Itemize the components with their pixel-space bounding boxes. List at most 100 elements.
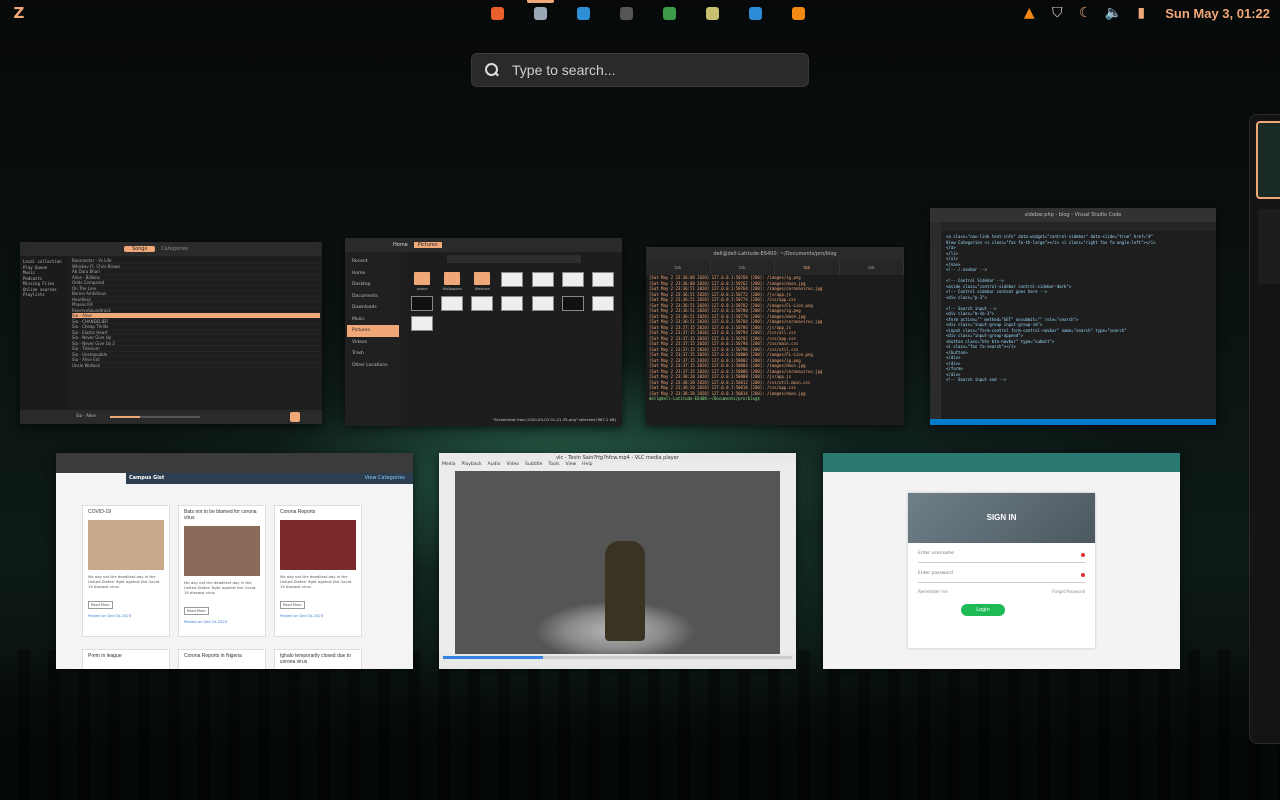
battery-icon[interactable]: ▮ <box>1127 5 1155 21</box>
workspace-next[interactable] <box>1258 209 1280 284</box>
screenshot-file[interactable] <box>499 272 525 291</box>
terminal-prompt[interactable]: dell@dell-Latitude-E6400:~/Documents/pro… <box>649 396 898 402</box>
username-field[interactable]: Enter username <box>918 551 1085 563</box>
terminal-tab[interactable]: tab <box>646 261 711 275</box>
volume-icon[interactable]: 🔈 <box>1099 5 1127 21</box>
screenshot-file[interactable] <box>409 296 435 311</box>
terminal-title: dell@dell-Latitude-E6400: ~/Documents/pr… <box>713 251 837 257</box>
search-input[interactable] <box>512 62 782 78</box>
card-image <box>280 520 356 570</box>
dock-vscode[interactable] <box>734 0 777 26</box>
folder-item[interactable]: Webcam <box>469 272 495 291</box>
vlc-seek-bar[interactable] <box>443 656 792 659</box>
card-title[interactable]: Prem in league <box>83 650 169 662</box>
files-sidebar-item[interactable]: Music <box>347 314 399 326</box>
files-grid: phone Wallpapers Webcam <box>409 272 616 331</box>
music-sidebar-item[interactable]: Playlists <box>23 292 65 298</box>
files-search-input[interactable] <box>447 255 581 263</box>
window-vlc[interactable]: vlc - Tevin Sain?Hg?hfcw.mp4 - VLC media… <box>439 453 796 669</box>
terminal-tab[interactable]: tab <box>840 261 904 275</box>
password-field[interactable]: Enter password <box>918 571 1085 583</box>
vlc-menu-item[interactable]: Subtitle <box>525 462 542 471</box>
folder-item[interactable]: phone <box>409 272 435 291</box>
track-row[interactable]: Uncle Wallace <box>72 363 320 368</box>
overview-search-box[interactable] <box>471 53 809 87</box>
terminal-tab[interactable]: tab <box>775 261 840 275</box>
window-music-player[interactable]: Songs Categories Local collection Play Qu… <box>20 242 322 424</box>
image-thumbnail <box>591 272 614 287</box>
seek-bar[interactable] <box>110 416 200 418</box>
terminal-tab[interactable]: tab <box>711 261 775 275</box>
dock-chrome[interactable] <box>648 0 691 26</box>
vlc-menu-item[interactable]: Help <box>582 462 592 471</box>
vlc-menu-item[interactable]: Media <box>442 462 456 471</box>
dock-vlc[interactable] <box>777 0 820 26</box>
dock-firefox[interactable] <box>476 0 519 26</box>
vlc-menu-item[interactable]: Tools <box>548 462 559 471</box>
dock-rhythmbox[interactable] <box>691 0 734 26</box>
path-home[interactable]: Home <box>393 242 408 248</box>
read-more-button[interactable]: Read More <box>184 607 209 615</box>
card-title[interactable]: Corona Reports <box>275 506 361 518</box>
files-sidebar-item[interactable]: Videos <box>347 337 399 349</box>
vlc-menu-item[interactable]: Video <box>506 462 519 471</box>
forgot-password-link[interactable]: Forgot Password <box>1052 589 1085 594</box>
vlc-menu-item[interactable]: Audio <box>488 462 501 471</box>
files-sidebar-item[interactable]: Downloads <box>347 302 399 314</box>
folder-item[interactable]: Wallpapers <box>439 272 465 291</box>
path-pictures[interactable]: Pictures <box>413 242 442 248</box>
screenshot-file[interactable] <box>590 272 616 291</box>
screenshot-file[interactable] <box>530 296 556 311</box>
workspace-current[interactable] <box>1256 121 1280 199</box>
view-categories-link[interactable]: View Categories <box>365 473 405 484</box>
queue-icon[interactable] <box>290 412 300 422</box>
window-browser-signin[interactable]: SIGN IN Enter username Enter password Re… <box>823 453 1180 669</box>
screenshot-file[interactable] <box>469 296 495 311</box>
window-terminal[interactable]: dell@dell-Latitude-E6400: ~/Documents/pr… <box>646 247 904 425</box>
window-browser-blog[interactable]: Campus Gist View Categories COVID-19 Mo d… <box>56 453 413 669</box>
files-sidebar-item[interactable]: Documents <box>347 291 399 303</box>
remember-me-checkbox[interactable]: Remember me <box>918 589 948 594</box>
zorin-menu-icon[interactable]: Z <box>10 5 28 21</box>
files-sidebar-item[interactable]: Recent <box>347 256 399 268</box>
music-sidebar-item[interactable]: Local collection <box>23 259 65 265</box>
blog-brand[interactable]: Campus Gist <box>129 475 164 481</box>
card-title[interactable]: COVID-19 <box>83 506 169 518</box>
card-title[interactable]: Bats not to be blamed for corona virus <box>179 506 265 524</box>
read-more-button[interactable]: Read More <box>88 601 113 609</box>
files-sidebar-item[interactable]: Trash <box>347 348 399 360</box>
night-light-icon[interactable]: ☾ <box>1071 5 1099 21</box>
vlc-menu-item[interactable]: View <box>565 462 576 471</box>
folder-label: Wallpapers <box>442 287 462 291</box>
image-thumbnail <box>471 296 494 311</box>
login-button[interactable]: Login <box>961 604 1005 616</box>
tab-categories[interactable]: Categories <box>161 246 188 252</box>
screenshot-file[interactable] <box>590 296 616 311</box>
read-more-button[interactable]: Read More <box>280 601 305 609</box>
screenshot-file[interactable] <box>560 296 586 311</box>
window-vscode[interactable]: sidebar.php - blog - Visual Studio Code … <box>930 208 1216 425</box>
dock-files[interactable] <box>519 0 562 26</box>
card-title[interactable]: Corona Reports in Nigeria <box>179 650 265 662</box>
system-tray: ▲ ⛉ ☾ 🔈 ▮ Sun May 3, 01:22 <box>1015 0 1280 26</box>
vlc-tray-icon[interactable]: ▲ <box>1015 5 1043 21</box>
files-sidebar-item[interactable]: Other Locations <box>347 360 399 372</box>
required-icon <box>1081 573 1085 577</box>
vlc-menu-item[interactable]: Playback <box>462 462 482 471</box>
files-sidebar-item[interactable]: Desktop <box>347 279 399 291</box>
screenshot-file[interactable] <box>560 272 586 291</box>
clock[interactable]: Sun May 3, 01:22 <box>1165 6 1270 21</box>
files-sidebar-item[interactable]: Home <box>347 268 399 280</box>
dock-screenshot[interactable] <box>562 0 605 26</box>
screenshot-file[interactable] <box>409 316 435 331</box>
screenshot-file[interactable] <box>499 296 525 311</box>
card-title[interactable]: Ighalo temporarily closed due to corona … <box>275 650 361 668</box>
dock-terminal[interactable] <box>605 0 648 26</box>
shield-icon[interactable]: ⛉ <box>1043 5 1071 21</box>
screenshot-file[interactable] <box>439 296 465 311</box>
files-sidebar-item[interactable]: Pictures <box>347 325 399 337</box>
tab-songs[interactable]: Songs <box>124 246 156 252</box>
screenshot-file[interactable] <box>530 272 556 291</box>
blog-navbar: Campus Gist View Categories <box>126 473 413 484</box>
window-files[interactable]: Home Pictures Recent Home Desktop Documents… <box>345 238 622 426</box>
